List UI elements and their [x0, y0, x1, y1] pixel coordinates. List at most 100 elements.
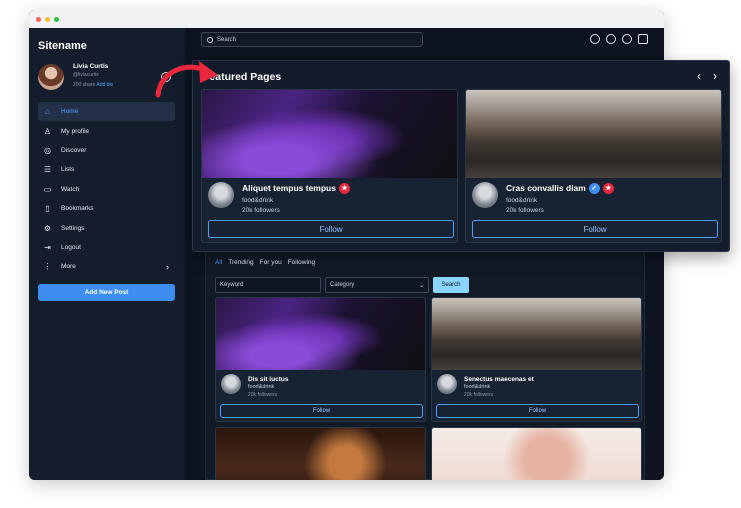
sidebar-item-settings[interactable]: ⚙ Settings [38, 218, 175, 237]
sidebar-item-label: My profile [61, 127, 90, 135]
tab-following[interactable]: Following [288, 259, 315, 266]
card-image [202, 90, 457, 178]
featured-pages-panel: Featured Pages ‹ › Aliquet tempus tempus… [192, 60, 730, 252]
sidebar-item-logout[interactable]: ⇥ Logout [38, 238, 175, 257]
page-name[interactable]: Cras convallis diam ✓ ★ [506, 183, 614, 195]
feed-section: All Trending For you Following Keyword C… [205, 233, 645, 480]
hot-badge-icon: ★ [338, 183, 350, 195]
tab-trending[interactable]: Trending [228, 259, 253, 266]
hot-badge-icon: ★ [602, 183, 614, 195]
add-icon[interactable] [638, 34, 648, 44]
chevron-right-icon: › [166, 261, 169, 272]
more-icon: ⋮ [43, 262, 52, 272]
search-placeholder: Search [217, 36, 237, 43]
sidebar-item-discover[interactable]: ◎ Discover [38, 141, 175, 160]
page-name[interactable]: Senectus maecenas et [464, 376, 534, 383]
tab-all[interactable]: All [215, 259, 222, 266]
feed-card-image[interactable] [431, 427, 642, 480]
top-icons [590, 34, 648, 44]
sidebar-item-watch[interactable]: ▭ Watch [38, 180, 175, 199]
page-name[interactable]: Aliquet tempus tempus ★ [242, 183, 350, 195]
add-new-post-button[interactable]: Add New Post [38, 284, 175, 301]
follow-button[interactable]: Follow [220, 404, 423, 418]
sidebar-item-label: More [61, 263, 76, 271]
sidebar-item-label: Home [61, 108, 79, 116]
chevron-right-icon[interactable]: › [713, 69, 717, 83]
sidebar-item-label: Discover [61, 146, 87, 154]
sidebar-item-bookmarks[interactable]: ▯ Bookmarks [38, 199, 175, 218]
page-category: food&drink [242, 197, 274, 204]
bell-icon[interactable] [622, 34, 632, 44]
user-stats: 200 share Add bio [73, 82, 113, 88]
compass-icon: ◎ [44, 145, 51, 155]
list-icon: ☰ [43, 165, 52, 175]
keyword-input[interactable]: Keyword [215, 277, 321, 293]
page-followers: 20k followers [506, 207, 544, 214]
sidebar-item-lists[interactable]: ☰ Lists [38, 160, 175, 179]
page-followers: 20k followers [464, 392, 494, 398]
video-icon: ▭ [43, 184, 52, 194]
page-followers: 20k followers [248, 392, 278, 398]
carousel-arrows: ‹ › [697, 69, 717, 83]
follow-button[interactable]: Follow [472, 220, 718, 238]
follow-button[interactable]: Follow [208, 220, 454, 238]
sidebar-item-home[interactable]: ⌂ Home [38, 102, 175, 122]
page-avatar [472, 182, 498, 208]
search-button[interactable]: Search [433, 277, 469, 293]
search-input[interactable]: Search [201, 32, 423, 47]
sidebar-item-label: Watch [61, 185, 80, 193]
minimize-dot[interactable] [45, 16, 50, 22]
card-image [466, 90, 721, 178]
sidebar-item-label: Logout [61, 243, 81, 251]
sidebar-item-label: Settings [61, 224, 85, 232]
feed-card[interactable]: Senectus maecenas et food&drink 20k foll… [431, 297, 642, 422]
sidebar-item-more[interactable]: ⋮ More › [38, 257, 175, 276]
title-bar [29, 10, 664, 28]
sidebar-nav: ⌂ Home ♙ My profile ◎ Discover ☰ Lists ▭ Watc… [38, 102, 175, 277]
page-name-text: Cras convallis diam [506, 183, 586, 193]
compass-icon[interactable] [590, 34, 600, 44]
follow-button[interactable]: Follow [436, 404, 639, 418]
page-category: food&drink [248, 384, 275, 390]
user-name: Livia Curtis [73, 63, 109, 70]
page-category: food&drink [506, 197, 538, 204]
card-image [216, 298, 425, 370]
sidebar-item-my-profile[interactable]: ♙ My profile [38, 121, 175, 140]
page-avatar [221, 374, 241, 394]
page-name-text: Aliquet tempus tempus [242, 183, 336, 193]
feed-card-image[interactable] [215, 427, 426, 480]
page-avatar [208, 182, 234, 208]
chevron-left-icon[interactable]: ‹ [697, 69, 701, 83]
add-bio-link[interactable]: Add bio [96, 82, 113, 88]
gear-icon: ⚙ [43, 223, 52, 233]
brand-name[interactable]: Sitename [38, 40, 87, 52]
avatar[interactable] [38, 64, 64, 90]
page-followers: 20k followers [242, 207, 280, 214]
verified-icon: ✓ [588, 183, 600, 195]
sidebar-item-label: Bookmarks [61, 205, 94, 213]
logout-icon: ⇥ [44, 242, 51, 252]
featured-card[interactable]: Cras convallis diam ✓ ★ food&drink 20k fol… [465, 89, 722, 243]
card-image [432, 298, 641, 370]
tab-for-you[interactable]: For you [260, 259, 282, 266]
page-name[interactable]: Dis sit luctus [248, 376, 288, 383]
chevron-down-icon: ⌄ [418, 282, 424, 289]
feed-filters: Keyword Category ⌄ Search [215, 277, 469, 293]
category-select[interactable]: Category ⌄ [325, 277, 429, 293]
close-dot[interactable] [36, 16, 41, 22]
page-avatar [437, 374, 457, 394]
page-category: food&drink [464, 384, 491, 390]
share-count: 200 share [73, 82, 96, 88]
maximize-dot[interactable] [54, 16, 59, 22]
bookmark-icon: ▯ [45, 204, 50, 214]
feed-tabs: All Trending For you Following [215, 259, 315, 266]
sidebar-item-label: Lists [61, 166, 75, 174]
search-icon [207, 36, 213, 43]
callout-arrow-icon [155, 61, 218, 98]
user-handle: @liviacurtis [73, 72, 99, 78]
featured-card[interactable]: Aliquet tempus tempus ★ food&drink 20k fo… [201, 89, 458, 243]
user-icon: ♙ [43, 126, 52, 136]
feed-card[interactable]: Dis sit luctus food&drink 20k followers … [215, 297, 426, 422]
category-placeholder: Category [330, 282, 355, 288]
chat-icon[interactable] [606, 34, 616, 44]
